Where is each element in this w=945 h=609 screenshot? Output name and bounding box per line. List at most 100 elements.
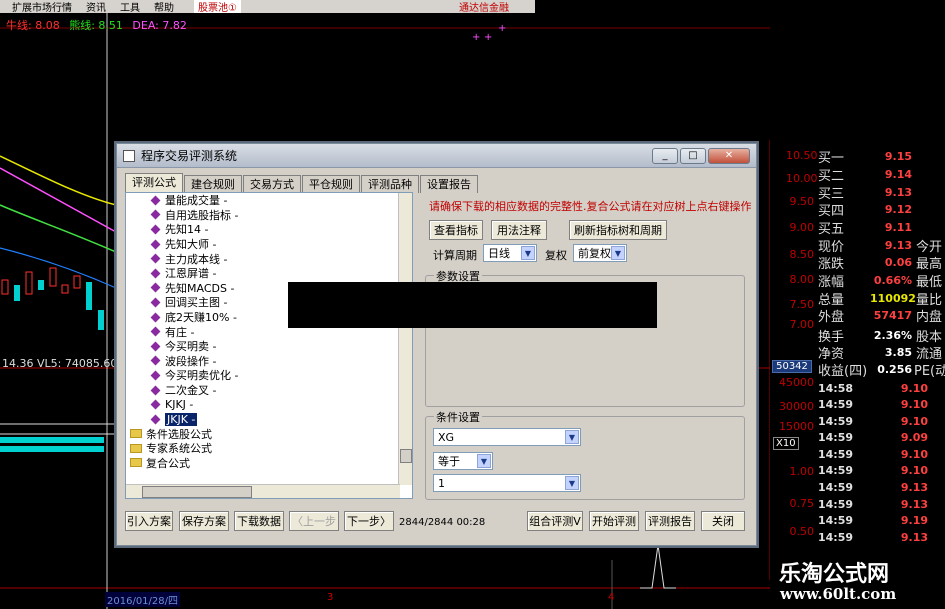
download-data-button[interactable]: 下载数据	[234, 511, 284, 531]
quote-value: 0.06	[884, 256, 912, 269]
close-icon[interactable]: ✕	[708, 147, 750, 164]
next-step-button[interactable]: 下一步〉	[344, 511, 394, 531]
combo-test-button[interactable]: 组合评测V	[527, 511, 583, 531]
formula-icon	[150, 268, 161, 279]
price-tick: 8.50	[789, 248, 815, 261]
menu-item-tools[interactable]: 工具	[120, 0, 140, 13]
tree-formula-item[interactable]: KJKJ -	[126, 397, 412, 412]
trade-row: 14:59 9.13	[818, 529, 945, 545]
refresh-tree-button[interactable]: 刷新指标树和周期	[569, 220, 667, 240]
trade-price: 9.10	[900, 397, 928, 411]
tree-formula-item[interactable]: 主力成本线 -	[126, 251, 412, 266]
trade-row: 14:59 9.19	[818, 512, 945, 528]
adjust-label: 复权	[545, 249, 567, 262]
menu-item-extended-market[interactable]: 扩展市场行情	[12, 0, 72, 13]
start-test-button[interactable]: 开始评测	[589, 511, 639, 531]
tab-trade-mode[interactable]: 交易方式	[243, 175, 301, 193]
tree-horizontal-scrollbar[interactable]	[126, 484, 400, 498]
tree-formula-item[interactable]: 江恩屏谱 -	[126, 266, 412, 281]
quote-row: 外盘 57417 内盘	[818, 307, 945, 325]
tree-formula-item[interactable]: 今买明卖优化 -	[126, 368, 412, 383]
volume-readout-box: 50342	[772, 360, 812, 373]
tree-folder[interactable]: 条件选股公式	[126, 427, 412, 442]
tree-vertical-scrollbar[interactable]	[398, 193, 412, 485]
price-tick: 7.50	[789, 298, 815, 311]
trade-price: 9.19	[900, 513, 928, 527]
svg-text:+: +	[498, 23, 506, 34]
chevron-down-icon: ▼	[565, 476, 579, 490]
tree-formula-item[interactable]: 今买明卖 -	[126, 339, 412, 354]
tab-open-rule[interactable]: 建仓规则	[184, 175, 242, 193]
volume-tick: 30000	[779, 400, 814, 413]
tab-close-rule[interactable]: 平仓规则	[302, 175, 360, 193]
tree-item-label: 条件选股公式	[146, 427, 212, 441]
quote-label: 买五	[818, 222, 845, 237]
condition-op-select[interactable]: 等于 ▼	[433, 452, 493, 470]
scroll-thumb[interactable]	[142, 486, 252, 498]
price-tick: 8.00	[789, 273, 815, 286]
minimize-icon[interactable]: _	[652, 147, 678, 164]
condition-value-select[interactable]: 1 ▼	[433, 474, 581, 492]
tab-formula[interactable]: 评测公式	[125, 173, 183, 193]
dialog-titlebar[interactable]: 程序交易评测系统 _ □ ✕	[117, 144, 756, 168]
test-report-button[interactable]: 评测报告	[645, 511, 695, 531]
formula-icon	[150, 399, 161, 410]
maximize-icon[interactable]: □	[680, 147, 706, 164]
tree-list: 量能成交量 - 自用选股指标 - 先知14 - 先知大师 - 主力成本线 - 江恩屏谱 -…	[126, 193, 412, 470]
quote-value: 9.13	[884, 239, 912, 252]
quote-value: 9.14	[884, 168, 912, 181]
price-tick: 7.00	[789, 318, 815, 331]
quote-row: 买四 9.12	[818, 201, 945, 219]
save-plan-button[interactable]: 保存方案	[179, 511, 229, 531]
tree-formula-item[interactable]: JKJK -	[126, 412, 412, 427]
condition-field-select[interactable]: XG ▼	[433, 428, 581, 446]
tree-formula-item[interactable]: 先知大师 -	[126, 237, 412, 252]
trade-time: 14:59	[818, 414, 854, 428]
chevron-down-icon: ▼	[611, 246, 625, 260]
quote-label: 涨幅	[818, 275, 845, 290]
trade-time: 14:59	[818, 430, 854, 444]
close-button[interactable]: 关闭	[701, 511, 745, 531]
folder-icon	[130, 458, 142, 468]
tree-formula-item[interactable]: 先知14 -	[126, 222, 412, 237]
quote-value: 3.85	[884, 346, 912, 359]
formula-icon	[150, 370, 161, 381]
tree-formula-item[interactable]: 量能成交量 -	[126, 193, 412, 208]
scroll-thumb[interactable]	[400, 449, 412, 463]
tree-folder[interactable]: 专家系统公式	[126, 441, 412, 456]
trade-time: 14:58	[818, 381, 854, 395]
tree-folder[interactable]: 复合公式	[126, 456, 412, 471]
menu-item-help[interactable]: 帮助	[154, 0, 174, 13]
prev-step-button[interactable]: 〈上一步	[289, 511, 339, 531]
watermark-url: www.60lt.com	[780, 585, 897, 603]
adjust-select[interactable]: 前复权 ▼	[573, 244, 627, 262]
formula-tree[interactable]: 量能成交量 - 自用选股指标 - 先知14 - 先知大师 - 主力成本线 - 江恩屏谱 -…	[125, 192, 413, 499]
tree-item-label: KJKJ -	[165, 398, 194, 412]
tree-formula-item[interactable]: 波段操作 -	[126, 354, 412, 369]
quote-value: 2.36%	[873, 329, 912, 342]
tab-report-settings[interactable]: 设置报告	[420, 175, 478, 193]
tree-item-label: 主力成本线 -	[165, 252, 228, 266]
trade-price: 9.10	[900, 463, 928, 477]
import-plan-button[interactable]: 引入方案	[125, 511, 173, 531]
tree-item-label: 二次金叉 -	[165, 384, 217, 398]
formula-icon	[150, 297, 161, 308]
view-indicator-button[interactable]: 查看指标	[429, 220, 483, 240]
period-value: 日线	[488, 247, 510, 260]
quote-row: 涨跌 0.06 最高	[818, 254, 945, 272]
tree-formula-item[interactable]: 自用选股指标 -	[126, 208, 412, 223]
quote-row: 涨幅 0.66% 最低	[818, 272, 945, 290]
quote-ext-label: PE(动)	[914, 364, 945, 379]
tab-symbols[interactable]: 评测品种	[361, 175, 419, 193]
tree-formula-item[interactable]: 二次金叉 -	[126, 383, 412, 398]
formula-icon	[150, 239, 161, 250]
quote-label: 收益(四)	[818, 364, 868, 379]
trade-row: 14:59 9.13	[818, 479, 945, 495]
period-select[interactable]: 日线 ▼	[483, 244, 537, 262]
usage-note-button[interactable]: 用法注释	[491, 220, 547, 240]
tree-item-label: 底2天赚10% -	[165, 311, 237, 325]
condition-value: 1	[438, 476, 445, 490]
stock-pool-button[interactable]: 股票池①	[194, 0, 241, 13]
warning-text: 请确保下载的相应数据的完整性.复合公式请在对应树上点右键操作	[429, 200, 752, 213]
menu-item-news[interactable]: 资讯	[86, 0, 106, 13]
